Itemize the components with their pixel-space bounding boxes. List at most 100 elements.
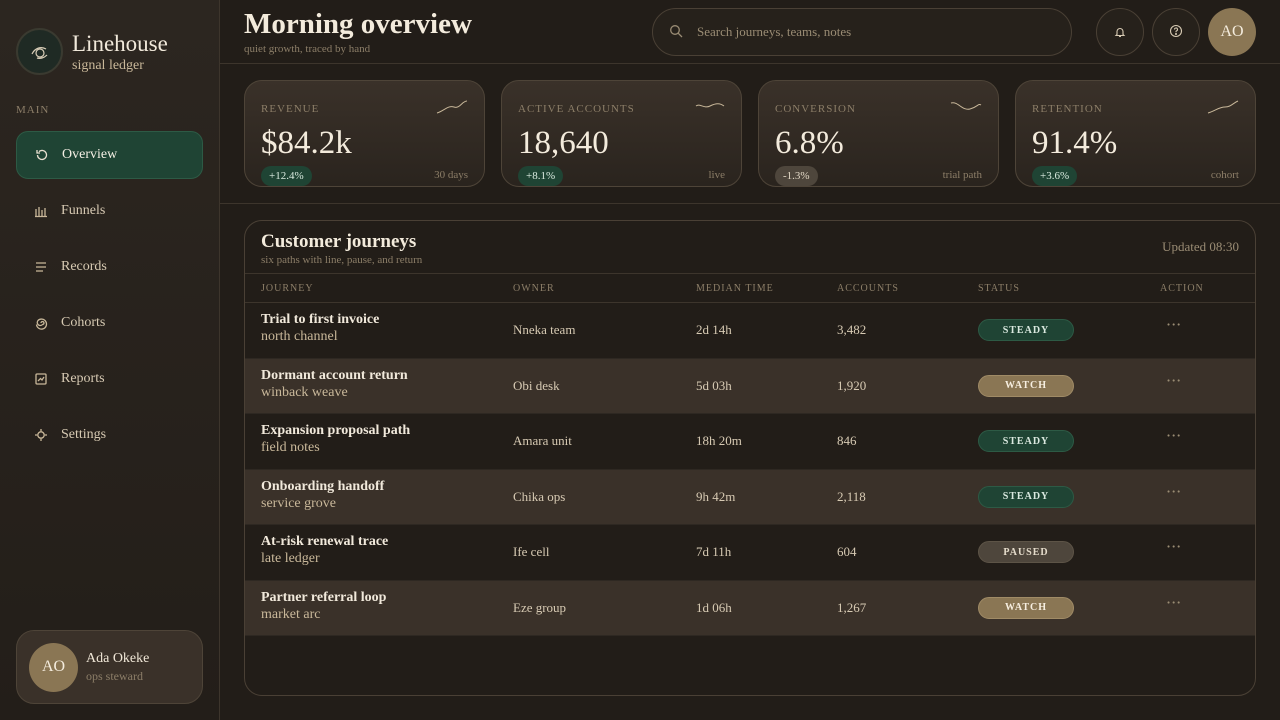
column-header-median-time[interactable]: MEDIAN TIME [696, 283, 774, 294]
sidebar-item-funnels[interactable]: Funnels [16, 187, 203, 235]
status-badge: WATCH [978, 596, 1074, 619]
bar-chart-icon [34, 204, 48, 218]
sidebar-item-settings[interactable]: Settings [16, 411, 203, 459]
accounts-cell: 846 [837, 433, 857, 448]
report-icon [34, 372, 48, 386]
kpi-note: 30 days [434, 169, 468, 181]
median-time-cell: 7d 11h [696, 544, 732, 559]
table-row[interactable]: Dormant account return winback weave Obi… [245, 358, 1255, 414]
column-header-owner[interactable]: OWNER [513, 283, 555, 294]
column-header-status[interactable]: STATUS [978, 283, 1020, 294]
brand[interactable]: Linehouse signal ledger [16, 28, 168, 75]
journey-title: Trial to first invoice [261, 312, 380, 327]
journey-title: Dormant account return [261, 367, 408, 383]
journey-title: Onboarding handoff [261, 478, 385, 494]
notifications-button[interactable] [1096, 8, 1144, 56]
more-actions-button[interactable]: ··· [1166, 426, 1181, 445]
table-body: Trial to first invoice north channel Nne… [245, 303, 1255, 636]
kpi-card-active-accounts[interactable]: ACTIVE ACCOUNTS 18,640 +8.1% live [501, 80, 742, 187]
owner-cell: Ife cell [513, 544, 550, 559]
accounts-cell: 1,920 [837, 377, 867, 393]
search-bar[interactable] [652, 8, 1072, 56]
more-actions-button[interactable]: ··· [1166, 315, 1181, 334]
table-row[interactable]: Onboarding handoff service grove Chika o… [245, 469, 1255, 525]
help-button[interactable] [1152, 8, 1200, 56]
sparkline-icon [950, 102, 982, 110]
search-input[interactable] [697, 24, 1037, 40]
topbar: Morning overview quiet growth, traced by… [220, 0, 1280, 64]
bell-icon [1114, 23, 1126, 42]
kpi-note: live [708, 169, 726, 181]
sidebar-item-records[interactable]: Records [16, 243, 203, 291]
list-icon [34, 260, 48, 274]
kpi-delta-badge: +3.6% [1032, 166, 1078, 186]
kpi-card-retention[interactable]: RETENTION 91.4% +3.6% cohort [1015, 80, 1256, 187]
journey-subtitle: north channel [261, 329, 338, 344]
kpi-label: CONVERSION [775, 103, 856, 115]
sidebar-item-label: Funnels [61, 203, 106, 218]
sidebar-item-label: Records [61, 259, 107, 274]
owner-cell: Chika ops [513, 488, 566, 504]
user-role: ops steward [86, 668, 143, 683]
loop-icon [35, 148, 49, 162]
table-row[interactable]: Trial to first invoice north channel Nne… [245, 303, 1255, 359]
owner-cell: Eze group [513, 599, 567, 615]
user-name: Ada Okeke [86, 650, 150, 666]
user-card[interactable]: AO Ada Okeke ops steward [16, 630, 203, 704]
journey-title: Partner referral loop [261, 589, 387, 605]
owner-cell: Amara unit [513, 433, 572, 448]
page-subtitle: quiet growth, traced by hand [244, 43, 371, 55]
journey-subtitle: service grove [261, 495, 337, 511]
sidebar-nav: Overview Funnels Records Cohorts Reports [16, 131, 203, 467]
sidebar: Linehouse signal ledger MAIN Overview Fu… [0, 0, 220, 720]
journey-title: Expansion proposal path [261, 423, 411, 438]
brand-name: Linehouse [72, 30, 168, 56]
kpi-card-conversion[interactable]: CONVERSION 6.8% -1.3% trial path [758, 80, 999, 187]
spiral-icon [34, 316, 48, 330]
kpi-card-revenue[interactable]: REVENUE $84.2k +12.4% 30 days [244, 80, 485, 187]
sidebar-item-label: Overview [62, 147, 118, 162]
kpi-label: RETENTION [1032, 103, 1103, 115]
status-badge: WATCH [978, 374, 1074, 397]
kpi-value: 18,640 [518, 125, 609, 161]
section-divider [220, 203, 1280, 204]
avatar: AO [29, 642, 78, 692]
median-time-cell: 9h 42m [696, 488, 736, 504]
table-row[interactable]: Expansion proposal path field notes Amar… [245, 414, 1255, 470]
kpi-value: 91.4% [1032, 125, 1118, 161]
median-time-cell: 5d 03h [696, 377, 732, 393]
journey-title: At-risk renewal trace [261, 534, 389, 549]
kpi-delta-badge: -1.3% [775, 166, 818, 186]
journey-subtitle: market arc [261, 606, 321, 622]
gear-icon [34, 428, 48, 442]
table-row[interactable]: Partner referral loop market arc Eze gro… [245, 580, 1255, 636]
updated-timestamp: Updated 08:30 [1162, 239, 1239, 254]
sidebar-item-overview[interactable]: Overview [16, 131, 203, 179]
kpi-delta-badge: +8.1% [518, 166, 564, 186]
column-header-accounts[interactable]: ACCOUNTS [837, 283, 899, 294]
more-actions-button[interactable]: ··· [1166, 371, 1181, 390]
status-badge: PAUSED [978, 541, 1074, 563]
more-actions-button[interactable]: ··· [1166, 482, 1181, 501]
median-time-cell: 18h 20m [696, 433, 742, 448]
column-header-journey[interactable]: JOURNEY [261, 283, 314, 294]
brand-tagline: signal ledger [72, 57, 144, 73]
kpi-value: $84.2k [261, 125, 352, 161]
customer-journeys-card: Customer journeys six paths with line, p… [244, 220, 1256, 696]
sidebar-item-label: Cohorts [61, 315, 106, 330]
status-badge: STEADY [978, 319, 1074, 341]
accounts-cell: 604 [837, 544, 857, 559]
median-time-cell: 2d 14h [696, 322, 732, 337]
card-title: Customer journeys [261, 231, 417, 252]
avatar[interactable]: AO [1208, 8, 1256, 56]
more-actions-button[interactable]: ··· [1166, 537, 1181, 556]
journey-subtitle: winback weave [261, 384, 348, 400]
sidebar-item-cohorts[interactable]: Cohorts [16, 299, 203, 347]
median-time-cell: 1d 06h [696, 599, 732, 615]
status-badge: STEADY [978, 485, 1074, 508]
kpi-value: 6.8% [775, 125, 844, 161]
sidebar-item-reports[interactable]: Reports [16, 355, 203, 403]
more-actions-button[interactable]: ··· [1166, 593, 1181, 612]
sparkline-icon [436, 100, 468, 114]
table-row[interactable]: At-risk renewal trace late ledger Ife ce… [245, 525, 1255, 581]
